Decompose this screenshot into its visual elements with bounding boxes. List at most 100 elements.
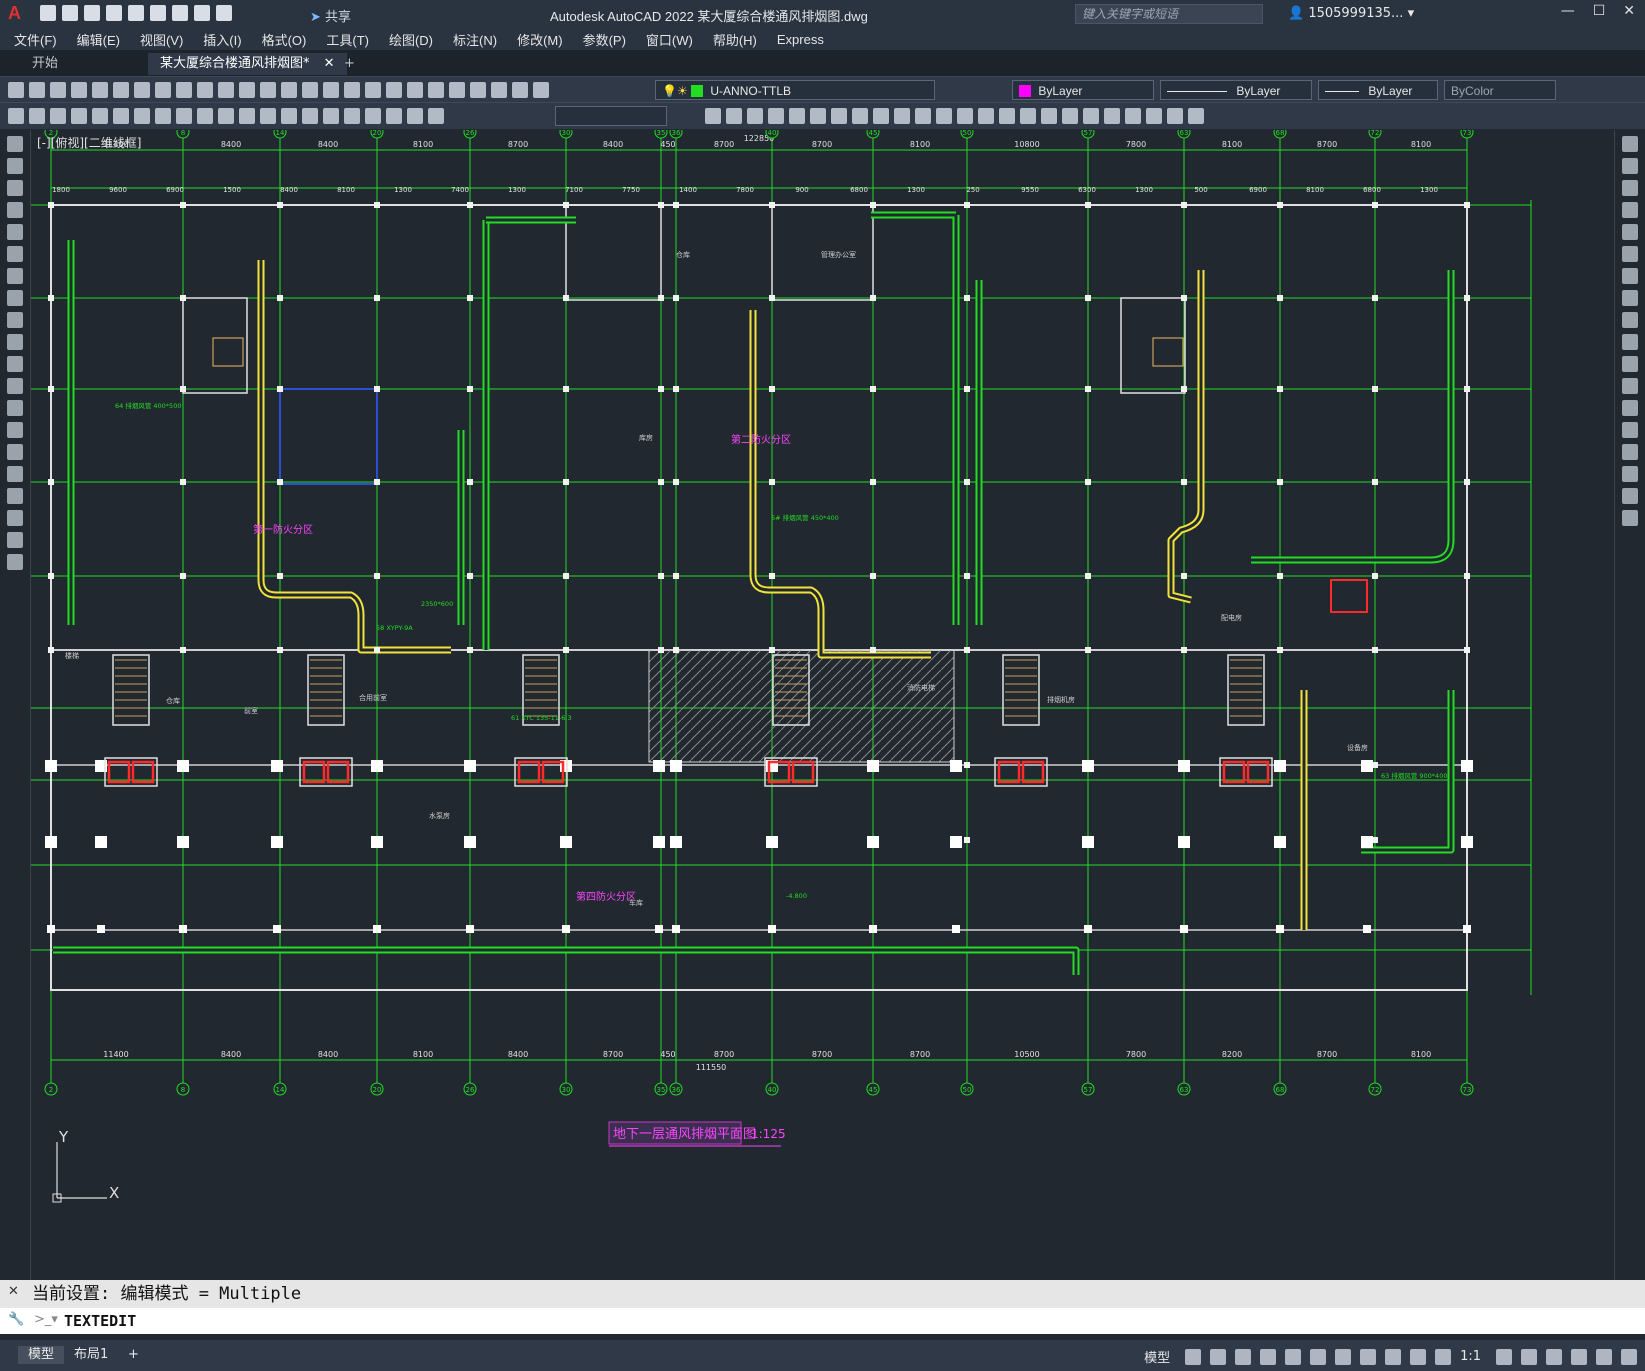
circle-icon[interactable] bbox=[7, 268, 23, 284]
menu-insert[interactable]: 插入(I) bbox=[203, 30, 241, 49]
dim-radius-icon[interactable] bbox=[92, 108, 108, 124]
region-icon[interactable] bbox=[7, 488, 23, 504]
publish-icon[interactable] bbox=[128, 5, 144, 21]
chamfer-icon[interactable] bbox=[978, 108, 994, 124]
annotation-monitor-icon[interactable] bbox=[1521, 1348, 1537, 1365]
menu-express[interactable]: Express bbox=[777, 32, 824, 47]
publish-icon[interactable] bbox=[113, 82, 129, 98]
model-space-toggle[interactable]: 模型 bbox=[1144, 1347, 1170, 1366]
dim-ordinate-icon[interactable] bbox=[71, 108, 87, 124]
dim-arc-icon[interactable] bbox=[50, 108, 66, 124]
fillet-icon[interactable] bbox=[999, 108, 1015, 124]
layer-dropdown[interactable]: 💡☀ U-ANNO-TTLB bbox=[655, 80, 935, 100]
3d-print-icon[interactable] bbox=[134, 82, 150, 98]
zoom-previous-icon[interactable] bbox=[365, 82, 381, 98]
annotation-scale-icon[interactable] bbox=[1435, 1348, 1452, 1365]
offset-side-icon[interactable] bbox=[1622, 202, 1638, 218]
menu-format[interactable]: 格式(O) bbox=[262, 30, 307, 49]
dim-diameter-icon[interactable] bbox=[134, 108, 150, 124]
snap-icon[interactable] bbox=[1210, 1348, 1227, 1365]
hatch-edit-icon[interactable] bbox=[1104, 108, 1120, 124]
tab-layout1[interactable]: 布局1 bbox=[64, 1346, 118, 1364]
object-snap-tracking-icon[interactable] bbox=[1310, 1348, 1327, 1365]
align-icon[interactable] bbox=[1188, 108, 1204, 124]
linetype-dropdown[interactable]: ByLayer bbox=[1160, 80, 1312, 100]
erase-side-icon[interactable] bbox=[1622, 136, 1638, 152]
menu-dimension[interactable]: 标注(N) bbox=[453, 30, 497, 49]
make-block-icon[interactable] bbox=[7, 400, 23, 416]
spline-icon[interactable] bbox=[7, 312, 23, 328]
center-mark-icon[interactable] bbox=[302, 108, 318, 124]
menu-tools[interactable]: 工具(T) bbox=[326, 30, 369, 49]
construction-line-icon[interactable] bbox=[7, 158, 23, 174]
sheet-set-icon[interactable] bbox=[449, 82, 465, 98]
color-dropdown[interactable]: ByLayer bbox=[1012, 80, 1154, 100]
stretch-side-icon[interactable] bbox=[1622, 312, 1638, 328]
quick-dim-icon[interactable] bbox=[176, 108, 192, 124]
hatch-icon[interactable] bbox=[7, 444, 23, 460]
match-prop-icon[interactable] bbox=[218, 82, 234, 98]
plot-icon[interactable] bbox=[71, 82, 87, 98]
fillet-side-icon[interactable] bbox=[1622, 466, 1638, 482]
line-icon[interactable] bbox=[7, 136, 23, 152]
new-icon[interactable] bbox=[40, 5, 56, 21]
dim-jogged-icon[interactable] bbox=[113, 108, 129, 124]
break-point-side-icon[interactable] bbox=[1622, 378, 1638, 394]
extend-icon[interactable] bbox=[915, 108, 931, 124]
table-icon[interactable] bbox=[7, 510, 23, 526]
draworder-icon[interactable] bbox=[1041, 108, 1057, 124]
import-icon[interactable] bbox=[150, 5, 166, 21]
menu-window[interactable]: 窗口(W) bbox=[646, 30, 693, 49]
rotate-icon[interactable] bbox=[831, 108, 847, 124]
spline-edit-icon[interactable] bbox=[1146, 108, 1162, 124]
cut-icon[interactable] bbox=[155, 82, 171, 98]
polar-icon[interactable] bbox=[1260, 1348, 1277, 1365]
open-icon[interactable] bbox=[29, 82, 45, 98]
break-icon[interactable] bbox=[936, 108, 952, 124]
auto-scale-icon[interactable] bbox=[1410, 1348, 1427, 1365]
command-prompt-icon[interactable]: >_▾ bbox=[34, 1312, 58, 1327]
explode-icon[interactable] bbox=[1020, 108, 1036, 124]
copy-icon[interactable] bbox=[176, 82, 192, 98]
calculator-icon[interactable] bbox=[491, 82, 507, 98]
dim-linear-icon[interactable] bbox=[8, 108, 24, 124]
copy-side-icon[interactable] bbox=[1622, 158, 1638, 174]
isodraft-icon[interactable] bbox=[1285, 1348, 1302, 1365]
chamfer-side-icon[interactable] bbox=[1622, 444, 1638, 460]
mtext-icon[interactable] bbox=[7, 532, 23, 548]
command-customize-icon[interactable]: 🔧 bbox=[8, 1312, 24, 1327]
menu-view[interactable]: 视图(V) bbox=[140, 30, 183, 49]
tolerance-icon[interactable] bbox=[281, 108, 297, 124]
polygon-icon[interactable] bbox=[7, 202, 23, 218]
save-icon[interactable] bbox=[84, 5, 100, 21]
menu-draw[interactable]: 绘图(D) bbox=[389, 30, 433, 49]
plotstyle-dropdown[interactable]: ByColor bbox=[1444, 80, 1556, 100]
inspection-icon[interactable] bbox=[323, 108, 339, 124]
tab-start[interactable]: 开始 bbox=[20, 53, 70, 75]
menu-modify[interactable]: 修改(M) bbox=[517, 30, 563, 49]
command-input[interactable]: TEXTEDIT bbox=[0, 1308, 1645, 1334]
ellipse-arc-icon[interactable] bbox=[7, 356, 23, 372]
properties-icon[interactable] bbox=[386, 82, 402, 98]
ungroup-icon[interactable] bbox=[1083, 108, 1099, 124]
dim-text-edit-icon[interactable] bbox=[386, 108, 402, 124]
blend-side-icon[interactable] bbox=[1622, 488, 1638, 504]
menu-help[interactable]: 帮助(H) bbox=[713, 30, 757, 49]
mirror-icon[interactable] bbox=[747, 108, 763, 124]
help-search-input[interactable]: 键入关键字或短语 bbox=[1075, 4, 1263, 24]
preview-icon[interactable] bbox=[92, 82, 108, 98]
copy-object-icon[interactable] bbox=[726, 108, 742, 124]
pedit-icon[interactable] bbox=[1125, 108, 1141, 124]
annotation-scale-value[interactable]: 1:1 bbox=[1460, 1349, 1481, 1364]
block-editor-icon[interactable] bbox=[239, 82, 255, 98]
point-icon[interactable] bbox=[7, 422, 23, 438]
customization-menu-icon[interactable] bbox=[1621, 1348, 1637, 1365]
rotate-side-icon[interactable] bbox=[1622, 268, 1638, 284]
user-account[interactable]: 👤 1505999135... ▾ bbox=[1288, 6, 1414, 21]
insert-block-icon[interactable] bbox=[7, 378, 23, 394]
ortho-icon[interactable] bbox=[1235, 1348, 1252, 1365]
object-snap-icon[interactable] bbox=[1335, 1348, 1352, 1365]
autocad-logo[interactable]: A bbox=[8, 3, 21, 24]
dim-aligned-icon[interactable] bbox=[29, 108, 45, 124]
tab-document[interactable]: 某大厦综合楼通风排烟图* ✕ bbox=[148, 53, 347, 75]
